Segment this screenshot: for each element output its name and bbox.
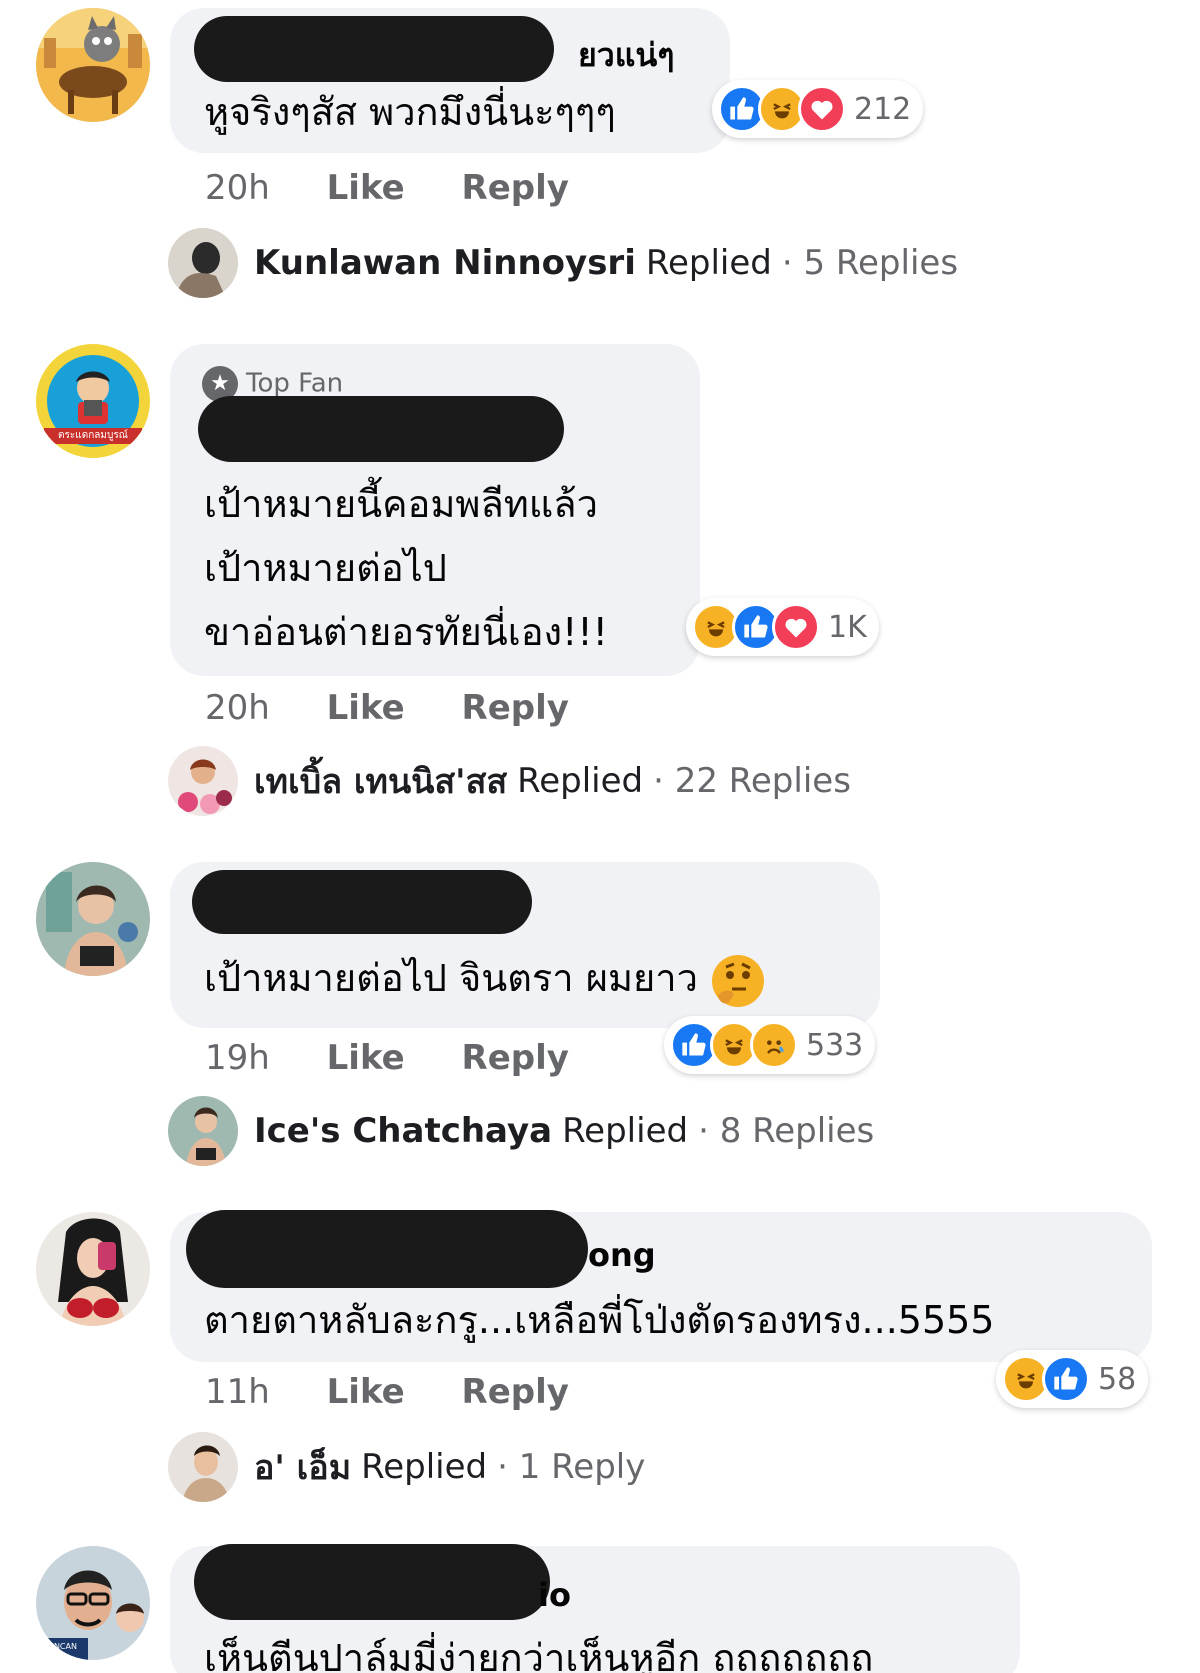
redacted-name bbox=[186, 1210, 588, 1288]
comment-text: หูจริงๆสัส พวกมึงนี่นะๆๆๆ bbox=[204, 90, 616, 134]
reaction-count: 1K bbox=[828, 609, 867, 645]
redacted-name bbox=[194, 16, 554, 82]
avatar[interactable]: ตระแดกลมบูรณ์ bbox=[36, 344, 150, 458]
avatar bbox=[168, 228, 238, 298]
avatar-caption: ตระแดกลมบูรณ์ bbox=[44, 428, 142, 444]
reaction-count: 58 bbox=[1098, 1361, 1137, 1397]
comment-meta: 20h Like Reply bbox=[205, 168, 615, 208]
like-icon bbox=[1042, 1355, 1090, 1403]
comment-bubble: ong ตายตาหลับละกรู...เหลือพี่โป่งตัดรองท… bbox=[170, 1210, 1152, 1362]
timestamp[interactable]: 19h bbox=[205, 1038, 270, 1078]
reaction-summary[interactable]: 1K bbox=[686, 598, 879, 656]
avatar[interactable] bbox=[36, 862, 150, 976]
thinking-face-icon bbox=[711, 954, 764, 1007]
reply-count[interactable]: · 22 Replies bbox=[653, 761, 851, 801]
comment-text-line: ขาอ่อนต่ายอรทัยนี่เอง!!! bbox=[204, 610, 608, 654]
comment-text: เห็นตีนปาล์มมี่ง่ายกว่าเห็นหูอีก ถถถถถถถ bbox=[204, 1636, 874, 1673]
love-icon bbox=[798, 85, 846, 133]
replied-label: Replied bbox=[517, 761, 644, 801]
redacted-name bbox=[194, 1544, 550, 1620]
reply-count[interactable]: · 5 Replies bbox=[782, 243, 958, 283]
commenter-name[interactable]: ong bbox=[588, 1236, 656, 1274]
reaction-summary[interactable]: 533 bbox=[664, 1016, 876, 1074]
timestamp[interactable]: 20h bbox=[205, 688, 270, 728]
comment-text: เป้าหมายนี้คอมพลีทแล้ว เป้าหมายต่อไป ขาอ… bbox=[204, 472, 608, 664]
timestamp[interactable]: 11h bbox=[205, 1372, 270, 1412]
comment-text-line: เป้าหมายต่อไป จินตรา ผมยาว bbox=[204, 956, 698, 1000]
comment-meta: 19h Like Reply bbox=[205, 1038, 615, 1078]
reaction-summary[interactable]: 58 bbox=[996, 1350, 1149, 1408]
replied-label: Replied bbox=[562, 1111, 689, 1151]
sad-icon bbox=[750, 1021, 798, 1069]
replied-label: Replied bbox=[361, 1447, 488, 1487]
replier-name[interactable]: อ' เอ็ม bbox=[254, 1440, 351, 1494]
badge-label: Top Fan bbox=[246, 368, 344, 399]
avatar bbox=[168, 1432, 238, 1502]
avatar-caption: CINCAN bbox=[46, 1642, 77, 1651]
replied-label: Replied bbox=[645, 243, 772, 283]
like-button[interactable]: Like bbox=[327, 1372, 405, 1412]
commenter-name[interactable]: io bbox=[538, 1576, 571, 1614]
avatar bbox=[168, 1096, 238, 1166]
reaction-count: 533 bbox=[806, 1027, 864, 1063]
comment-text-line: เป้าหมายต่อไป bbox=[204, 546, 447, 590]
replier-name[interactable]: Ice's Chatchaya bbox=[254, 1111, 552, 1151]
comment-bubble: ★ Top Fan เป้าหมายนี้คอมพลีทแล้ว เป้าหมาย… bbox=[170, 344, 700, 676]
avatar bbox=[168, 746, 238, 816]
avatar[interactable]: CINCAN bbox=[36, 1546, 150, 1660]
redacted-name bbox=[192, 870, 532, 934]
timestamp[interactable]: 20h bbox=[205, 168, 270, 208]
replier-name[interactable]: เทเบิ้ล เทนนิส'สส bbox=[254, 754, 507, 808]
reply-button[interactable]: Reply bbox=[462, 1038, 569, 1078]
comment-text: เป้าหมายต่อไป จินตรา ผมยาว bbox=[204, 946, 764, 1010]
comment-text-line: เป้าหมายนี้คอมพลีทแล้ว bbox=[204, 482, 598, 526]
replier-name[interactable]: Kunlawan Ninnoysri bbox=[254, 243, 636, 283]
reply-preview[interactable]: เทเบิ้ล เทนนิส'สส Replied · 22 Replies bbox=[168, 746, 851, 816]
comment-bubble: เป้าหมายต่อไป จินตรา ผมยาว bbox=[170, 862, 880, 1028]
avatar[interactable] bbox=[36, 1212, 150, 1326]
comment-meta: 11h Like Reply bbox=[205, 1372, 615, 1412]
avatar[interactable] bbox=[36, 8, 150, 122]
comment-bubble: ยวแน่ๆ หูจริงๆสัส พวกมึงนี่นะๆๆๆ bbox=[170, 8, 730, 153]
comment-bubble: io เห็นตีนปาล์มมี่ง่ายกว่าเห็นหูอีก ถถถถ… bbox=[170, 1544, 1020, 1673]
reply-preview[interactable]: Kunlawan Ninnoysri Replied · 5 Replies bbox=[168, 228, 958, 298]
like-button[interactable]: Like bbox=[327, 1038, 405, 1078]
reaction-summary[interactable]: 212 bbox=[712, 80, 924, 138]
commenter-name[interactable]: ยวแน่ๆ bbox=[578, 30, 674, 81]
redacted-name bbox=[198, 396, 564, 462]
comment-text: ตายตาหลับละกรู...เหลือพี่โป่งตัดรองทรง..… bbox=[204, 1298, 995, 1342]
reply-button[interactable]: Reply bbox=[462, 1372, 569, 1412]
comment-meta: 20h Like Reply bbox=[205, 688, 615, 728]
reaction-count: 212 bbox=[854, 91, 912, 127]
like-button[interactable]: Like bbox=[327, 688, 405, 728]
reply-count[interactable]: · 1 Reply bbox=[497, 1447, 645, 1487]
love-icon bbox=[772, 603, 820, 651]
reply-preview[interactable]: Ice's Chatchaya Replied · 8 Replies bbox=[168, 1096, 874, 1166]
reply-count[interactable]: · 8 Replies bbox=[698, 1111, 874, 1151]
reply-button[interactable]: Reply bbox=[462, 168, 569, 208]
reply-button[interactable]: Reply bbox=[462, 688, 569, 728]
reply-preview[interactable]: อ' เอ็ม Replied · 1 Reply bbox=[168, 1432, 645, 1502]
like-button[interactable]: Like bbox=[327, 168, 405, 208]
